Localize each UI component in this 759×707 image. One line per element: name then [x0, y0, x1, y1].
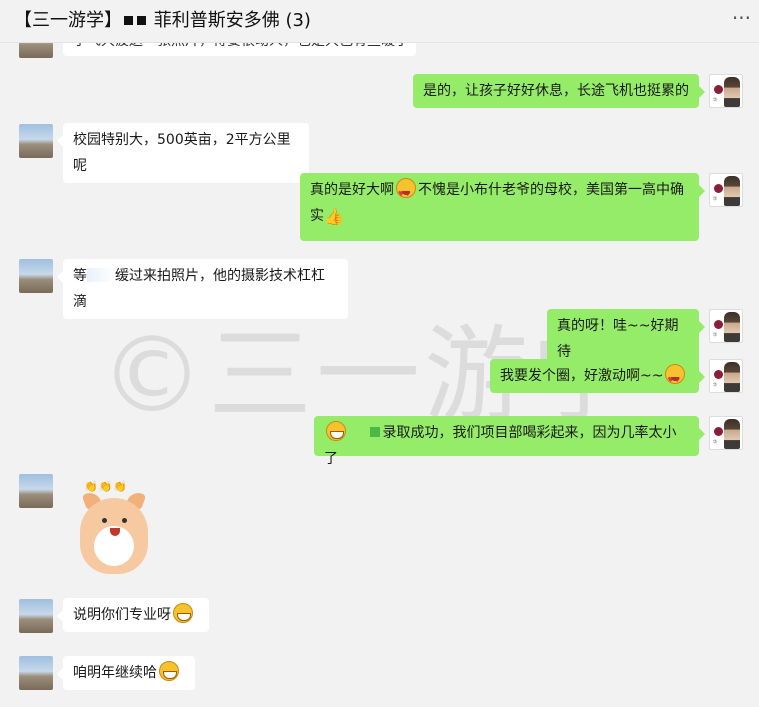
message-text: 真的呀！哇~~好期待: [557, 318, 679, 360]
message-text: 校园特别大，500英亩，2平方公里呢: [73, 132, 291, 174]
green-square-icon: [370, 427, 381, 437]
message-text: 我要发个圈，好激动啊~~: [500, 368, 664, 384]
message-bubble-self: 真的是好大啊 不愧是小布什老爷的母校，美国第一高中确 实👍: [300, 173, 705, 241]
redacted-square-icon: [137, 16, 146, 25]
thumbs-up-icon: 👍: [324, 207, 344, 226]
message-text: 说明你们专业呀: [73, 607, 171, 623]
more-options-icon[interactable]: ···: [732, 6, 751, 30]
avatar-other[interactable]: [19, 474, 53, 508]
message-bubble-self: 录取成功，我们项目部喝彩起来，因为几率太小了: [314, 416, 705, 467]
message-text: 咱明年继续哈: [73, 665, 157, 681]
message-text: 不愧是小布什老爷的母校，美国第一高中确: [418, 182, 684, 198]
grinning-emoji-icon: [159, 661, 179, 681]
heart-eyes-emoji-icon: [396, 178, 416, 207]
avatar-self[interactable]: 华: [709, 309, 743, 343]
chat-title-name: 菲利普斯安多佛 (3): [153, 10, 311, 31]
redacted-name: [87, 268, 115, 282]
heart-eyes-emoji-icon: [665, 364, 686, 393]
avatar-self[interactable]: 华: [709, 416, 743, 450]
sticker-clapping-dog[interactable]: 👏👏👏: [74, 480, 154, 576]
message-text: 等: [73, 268, 87, 284]
avatar-other[interactable]: [19, 259, 53, 293]
message-text: 实: [310, 208, 324, 224]
avatar-self[interactable]: 华: [709, 173, 743, 207]
message-bubble-other: 说明你们专业呀: [57, 598, 209, 632]
avatar-other[interactable]: [19, 656, 53, 690]
message-text: 是的，让孩子好好休息，长途飞机也挺累的: [423, 83, 689, 99]
avatar-other[interactable]: [19, 599, 53, 633]
chat-title: 【三一游学】 菲利普斯安多佛 (3): [14, 6, 311, 32]
avatar-self[interactable]: 华: [709, 359, 743, 393]
chat-header: 【三一游学】 菲利普斯安多佛 (3) ···: [0, 0, 759, 43]
message-text: 真的是好大啊: [310, 182, 394, 198]
grinning-emoji-icon: [326, 421, 346, 441]
chat-area: ©三一游学 子飞大疲送一张照片，得要很动人，也是大色有些暖了 是的，让孩子好好休…: [0, 0, 759, 707]
message-bubble-self: 是的，让孩子好好休息，长途飞机也挺累的: [413, 74, 705, 108]
message-bubble-other: 校园特别大，500英亩，2平方公里呢: [57, 123, 309, 183]
chat-title-prefix: 【三一游学】: [14, 10, 122, 31]
message-bubble-self: 我要发个圈，好激动啊~~: [490, 359, 705, 393]
redacted-square-icon: [124, 16, 133, 25]
avatar-other[interactable]: [19, 124, 53, 158]
message-bubble-other: 咱明年继续哈: [57, 656, 195, 690]
grinning-emoji-icon: [173, 603, 193, 623]
avatar-self[interactable]: 华: [709, 74, 743, 108]
message-bubble-other: 等缓过来拍照片，他的摄影技术杠杠滴: [57, 259, 348, 319]
sticker-text: 👏👏👏: [84, 480, 129, 493]
